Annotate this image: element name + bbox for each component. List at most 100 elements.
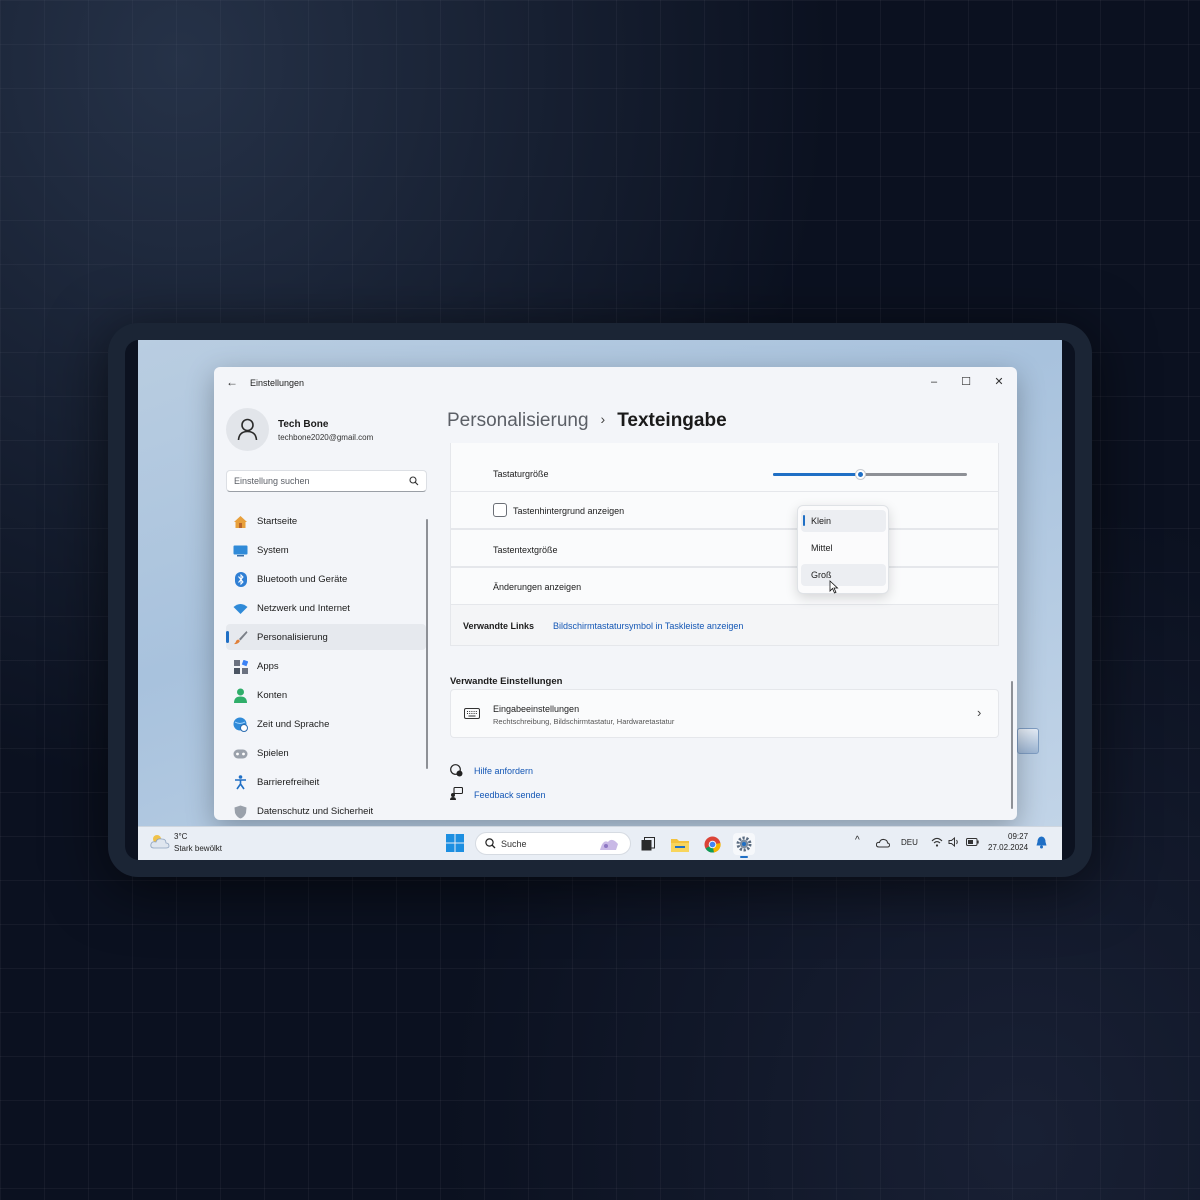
setting-show-changes: Änderungen anzeigen <box>450 567 999 605</box>
minimize-button[interactable]: – <box>920 373 948 391</box>
keyboard-size-label: Tastaturgröße <box>493 469 549 479</box>
wifi-icon <box>233 601 248 616</box>
notification-bell-icon[interactable] <box>1036 836 1047 849</box>
taskbar-file-explorer[interactable] <box>669 833 691 855</box>
language-indicator[interactable]: DEU <box>901 838 918 847</box>
windows-start-icon[interactable] <box>446 834 464 852</box>
desktop: ← Einstellungen – ☐ ✕ Tech Bone techbone… <box>138 340 1062 860</box>
paintbrush-icon <box>233 630 248 645</box>
weather-temp[interactable]: 3°C <box>174 832 187 841</box>
profile-name: Tech Bone <box>278 419 329 430</box>
sidebar-nav: Startseite System Bluetooth und Geräte N… <box>226 508 426 820</box>
dropdown-option-klein[interactable]: Klein <box>801 510 886 532</box>
setting-keyboard-size: Tastaturgröße <box>450 443 999 492</box>
sidebar-item-bluetooth[interactable]: Bluetooth und Geräte <box>226 566 426 592</box>
dropdown-option-gross[interactable]: Groß <box>801 564 886 586</box>
get-help-link[interactable]: Hilfe anfordern <box>474 766 533 776</box>
sidebar-item-label: Bluetooth und Geräte <box>257 574 348 585</box>
taskbar-taskview[interactable] <box>637 833 659 855</box>
globe-clock-icon <box>233 717 248 732</box>
sidebar-item-label: Spielen <box>257 748 289 759</box>
sidebar-item-label: Datenschutz und Sicherheit <box>257 806 374 817</box>
input-settings-title: Eingabeeinstellungen <box>493 704 580 714</box>
tray-overflow-icon[interactable]: ^ <box>855 835 860 846</box>
sidebar-item-zeit[interactable]: Zeit und Sprache <box>226 711 426 737</box>
sidebar-item-label: Personalisierung <box>257 632 328 643</box>
shield-icon <box>233 804 248 819</box>
sidebar-item-label: System <box>257 545 289 556</box>
search-input[interactable] <box>227 471 397 491</box>
slider-thumb[interactable] <box>854 469 866 480</box>
avatar[interactable] <box>226 408 269 451</box>
taskbar-keyboard-icon-link[interactable]: Bildschirmtastatursymbol in Taskleiste a… <box>553 621 743 631</box>
related-links-card: Verwandte Links Bildschirmtastatursymbol… <box>450 604 999 646</box>
onedrive-cloud-icon[interactable] <box>876 837 890 848</box>
taskbar-chrome[interactable] <box>701 833 723 855</box>
help-icon <box>450 764 463 777</box>
search-highlight-icon <box>600 839 618 850</box>
sidebar-item-startseite[interactable]: Startseite <box>226 508 426 534</box>
related-settings-heading: Verwandte Einstellungen <box>450 676 563 687</box>
gear-icon <box>736 836 752 852</box>
keyboard-size-slider[interactable] <box>773 469 967 480</box>
display-icon <box>233 543 248 558</box>
folder-icon <box>671 838 689 852</box>
back-arrow-icon[interactable]: ← <box>226 375 238 389</box>
sidebar-item-personalisierung[interactable]: Personalisierung <box>226 624 426 650</box>
settings-search[interactable] <box>226 470 427 492</box>
sidebar-scrollbar[interactable] <box>426 519 428 769</box>
search-icon <box>485 838 496 849</box>
task-view-icon <box>641 837 655 851</box>
key-text-size-dropdown: Klein Mittel Groß <box>797 505 889 594</box>
taskbar: 3°C Stark bewölkt Suche ^ DEU 09:27 27.0… <box>138 826 1062 860</box>
weather-desc[interactable]: Stark bewölkt <box>174 844 222 853</box>
sidebar-item-label: Konten <box>257 690 288 701</box>
bluetooth-icon <box>233 572 248 587</box>
close-button[interactable]: ✕ <box>985 373 1013 391</box>
breadcrumb-separator: › <box>600 411 606 427</box>
setting-key-text-size: Tastentextgröße <box>450 529 999 567</box>
sidebar-item-system[interactable]: System <box>226 537 426 563</box>
person-icon <box>233 688 248 703</box>
battery-icon[interactable] <box>966 838 979 846</box>
clock-time: 09:27 <box>1008 832 1029 841</box>
related-links-label: Verwandte Links <box>463 621 535 631</box>
dropdown-option-mittel[interactable]: Mittel <box>801 537 886 559</box>
cloud-icon[interactable] <box>150 833 170 849</box>
taskbar-search[interactable]: Suche <box>475 832 631 855</box>
mouse-cursor-icon <box>829 580 839 594</box>
volume-icon[interactable] <box>948 837 960 847</box>
send-feedback-link[interactable]: Feedback senden <box>474 790 546 800</box>
sidebar-item-label: Startseite <box>257 516 298 527</box>
slider-fill <box>773 473 861 476</box>
breadcrumb-parent[interactable]: Personalisierung <box>447 410 589 431</box>
recycle-bin-icon <box>1017 728 1039 754</box>
key-text-size-label: Tastentextgröße <box>493 545 558 555</box>
clock-date: 27.02.2024 <box>988 843 1029 852</box>
setting-key-background: Tastenhintergrund anzeigen <box>450 491 999 529</box>
input-settings-card[interactable]: Eingabeeinstellungen Rechtschreibung, Bi… <box>450 689 999 738</box>
key-background-checkbox[interactable] <box>493 503 507 517</box>
sidebar-item-barrierefreiheit[interactable]: Barrierefreiheit <box>226 769 426 795</box>
sidebar-item-netzwerk[interactable]: Netzwerk und Internet <box>226 595 426 621</box>
apps-icon <box>233 659 248 674</box>
maximize-button[interactable]: ☐ <box>952 373 980 391</box>
app-title: Einstellungen <box>250 378 305 388</box>
sidebar-item-label: Apps <box>257 661 279 672</box>
sidebar-item-apps[interactable]: Apps <box>226 653 426 679</box>
sidebar-item-spielen[interactable]: Spielen <box>226 740 426 766</box>
search-icon[interactable] <box>409 476 419 486</box>
breadcrumb: Personalisierung › Texteingabe <box>447 410 727 432</box>
wifi-icon[interactable] <box>931 837 943 847</box>
input-settings-subtitle: Rechtschreibung, Bildschirmtastatur, Har… <box>493 717 675 726</box>
taskbar-settings[interactable] <box>733 833 755 858</box>
clock[interactable]: 09:27 27.02.2024 <box>988 831 1028 853</box>
sidebar-item-label: Zeit und Sprache <box>257 719 330 730</box>
title-bar: ← Einstellungen – ☐ ✕ <box>214 367 1017 399</box>
person-icon <box>237 418 258 441</box>
content-scrollbar[interactable] <box>1011 681 1013 809</box>
sidebar-item-konten[interactable]: Konten <box>226 682 426 708</box>
settings-window: ← Einstellungen – ☐ ✕ Tech Bone techbone… <box>214 367 1017 820</box>
sidebar-item-datenschutz[interactable]: Datenschutz und Sicherheit <box>226 798 426 820</box>
profile-email: techbone2020@gmail.com <box>278 433 374 442</box>
